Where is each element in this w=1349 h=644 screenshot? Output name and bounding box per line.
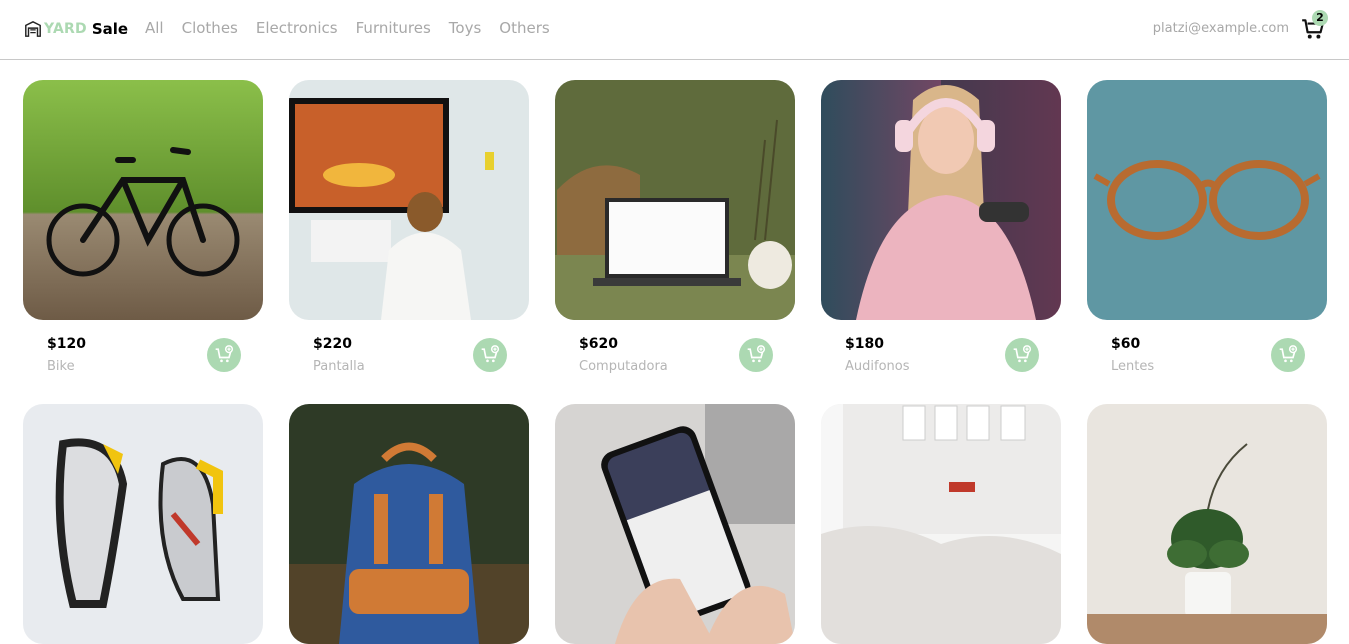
navbar: YARD Sale All Clothes Electronics Furnit… [0,0,1349,60]
product-card[interactable]: $180 Audifonos [821,80,1061,374]
nav-link-others[interactable]: Others [499,19,549,37]
logo-yard: YARD [44,21,87,37]
product-card[interactable] [555,404,795,644]
logo[interactable]: YARD Sale [24,18,128,40]
category-nav: All Clothes Electronics Furnitures Toys … [145,19,550,37]
nav-link-toys[interactable]: Toys [449,19,481,37]
product-image-bedroom[interactable] [821,404,1061,644]
nav-link-clothes[interactable]: Clothes [182,19,238,37]
nav-link-all[interactable]: All [145,19,164,37]
product-card[interactable]: $60 Lentes [1087,80,1327,374]
product-image-pantalla[interactable] [289,80,529,320]
product-image-computadora[interactable] [555,80,795,320]
product-image-lentes[interactable] [1087,80,1327,320]
add-to-cart-button[interactable] [1005,338,1039,372]
add-to-cart-button[interactable] [473,338,507,372]
product-info: $60 Lentes [1111,336,1305,380]
product-card[interactable] [23,404,263,644]
cart-button[interactable]: 2 [1300,10,1328,42]
product-image-bike[interactable] [23,80,263,320]
product-card[interactable] [821,404,1061,644]
nav-link-furnitures[interactable]: Furnitures [356,19,431,37]
add-to-cart-icon [747,345,766,363]
add-to-cart-button[interactable] [1271,338,1305,372]
product-image-sneakers[interactable] [23,404,263,644]
product-image-smartphone[interactable] [555,404,795,644]
logo-sale: Sale [91,20,129,38]
product-card[interactable]: $620 Computadora [555,80,795,374]
add-to-cart-button[interactable] [739,338,773,372]
add-to-cart-icon [1013,345,1032,363]
product-image-backpack[interactable] [289,404,529,644]
add-to-cart-icon [1279,345,1298,363]
product-card[interactable] [289,404,529,644]
product-info: $180 Audifonos [845,336,1039,380]
store-icon [25,20,41,37]
add-to-cart-button[interactable] [207,338,241,372]
add-to-cart-icon [481,345,500,363]
add-to-cart-icon [215,345,234,363]
product-info: $620 Computadora [579,336,773,380]
product-card[interactable] [1087,404,1327,644]
product-info: $120 Bike [47,336,241,380]
product-image-audifonos[interactable] [821,80,1061,320]
nav-link-electronics[interactable]: Electronics [256,19,338,37]
cart-count-badge: 2 [1312,10,1328,26]
product-card[interactable]: $220 Pantalla [289,80,529,374]
user-email[interactable]: platzi@example.com [1153,21,1289,36]
product-info: $220 Pantalla [313,336,507,380]
product-image-plant[interactable] [1087,404,1327,644]
product-card[interactable]: $120 Bike [23,80,263,374]
